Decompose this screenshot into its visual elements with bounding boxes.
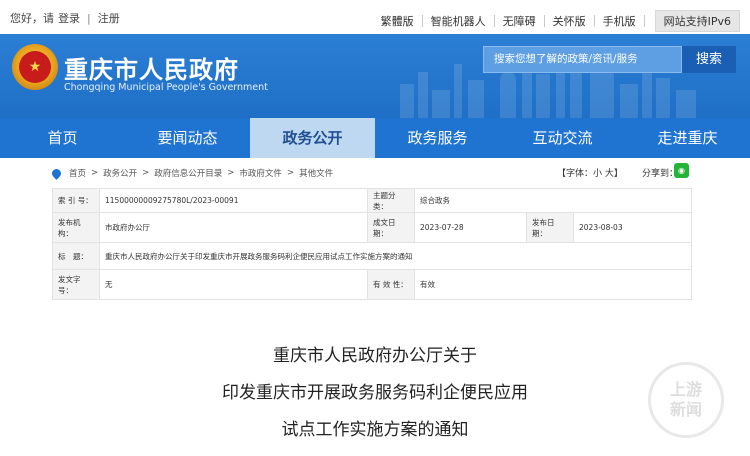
register-link[interactable]: 注册 [98, 10, 120, 26]
nav-item-services[interactable]: 政务服务 [375, 118, 500, 158]
divider [543, 15, 545, 27]
share-label: 分享到： [642, 169, 679, 179]
breadcrumb-other-docs[interactable]: 其他文件 [299, 167, 333, 179]
login-area: 您好，请 登录 | 注册 [10, 10, 120, 26]
date-written-label: 成文日期： [367, 212, 415, 243]
nav-item-gov-affairs[interactable]: 政务公开 [250, 118, 375, 158]
location-pin-icon [50, 166, 63, 180]
site-subtitle: Chongqing Municipal People's Government [64, 82, 268, 93]
emblem-star-icon: ★ [19, 51, 51, 83]
font-size-close: 】 [613, 169, 623, 179]
login-link[interactable]: 登录 [58, 10, 80, 26]
index-label: 索 引 号： [52, 188, 100, 213]
main-nav: 首页 要闻动态 政务公开 政务服务 互动交流 走进重庆 [0, 118, 750, 158]
font-size-small-button[interactable]: 小 [593, 169, 602, 179]
validity-value: 有效 [414, 269, 692, 300]
document-info-table: 索 引 号： 11500000009275780L/2023-00091 主题分… [52, 188, 692, 300]
breadcrumb-bar: 首页 > 政务公开 > 政府信息公开目录 > 市政府文件 > 其他文件 【字体：… [50, 163, 698, 185]
site-header: ★ 重庆市人民政府 Chongqing Municipal People's G… [0, 34, 750, 118]
divider [593, 15, 595, 27]
date-written-value: 2023-07-28 [414, 212, 527, 243]
watermark-line-1: 上游 [669, 380, 702, 399]
login-separator: | [87, 11, 91, 25]
nav-item-about-chongqing[interactable]: 走进重庆 [625, 118, 750, 158]
mobile-link[interactable]: 手机版 [603, 13, 636, 29]
nav-item-news[interactable]: 要闻动态 [125, 118, 250, 158]
doc-no-label: 发文字号： [52, 269, 100, 300]
accessibility-link[interactable]: 无障碍 [503, 13, 536, 29]
breadcrumb-gov-affairs[interactable]: 政务公开 [103, 167, 137, 179]
greeting-text: 您好，请 [10, 12, 54, 25]
divider [493, 15, 495, 27]
font-size-large-button[interactable]: 大 [605, 169, 614, 179]
issuer-label: 发布机构： [52, 212, 100, 243]
upstream-news-watermark: 上游 新闻 [648, 362, 724, 438]
utility-links: 繁體版 智能机器人 无障碍 关怀版 手机版 网站支持IPv6 [381, 10, 740, 32]
nav-item-interaction[interactable]: 互动交流 [500, 118, 625, 158]
search-input[interactable]: 搜索您想了解的政策/资讯/服务 [483, 46, 682, 73]
divider [421, 15, 423, 27]
index-value: 11500000009275780L/2023-00091 [99, 188, 368, 213]
elderly-care-link[interactable]: 关怀版 [553, 13, 586, 29]
search-button[interactable]: 搜索 [682, 46, 736, 73]
date-published-value: 2023-08-03 [573, 212, 692, 243]
document-title: 重庆市人民政府办公厅关于 印发重庆市开展政务服务码利企便民应用 试点工作实施方案… [0, 338, 750, 449]
breadcrumb: 首页 > 政务公开 > 政府信息公开目录 > 市政府文件 > 其他文件 [50, 166, 333, 180]
breadcrumb-city-docs[interactable]: 市政府文件 [239, 167, 282, 179]
breadcrumb-separator: > [91, 168, 99, 178]
category-value: 综合政务 [414, 188, 692, 213]
national-emblem-icon: ★ [12, 44, 58, 90]
breadcrumb-separator: > [286, 168, 295, 178]
document-title-line-2: 印发重庆市开展政务服务码利企便民应用 [222, 383, 528, 403]
robot-link[interactable]: 智能机器人 [431, 13, 486, 29]
watermark-line-2: 新闻 [669, 400, 702, 419]
document-title-line-3: 试点工作实施方案的通知 [281, 420, 469, 440]
breadcrumb-catalog[interactable]: 政府信息公开目录 [154, 167, 222, 179]
nav-item-home[interactable]: 首页 [0, 118, 125, 158]
category-label: 主题分类： [367, 188, 415, 213]
wechat-share-icon[interactable]: ◉ [674, 163, 689, 178]
search-bar: 搜索您想了解的政策/资讯/服务 搜索 [483, 46, 736, 73]
document-title-line-1: 重庆市人民政府办公厅关于 [273, 346, 477, 366]
breadcrumb-separator: > [227, 168, 235, 178]
font-size-control: 【字体：小 大】 [557, 166, 623, 179]
validity-label: 有 效 性： [367, 269, 415, 300]
breadcrumb-separator: > [142, 168, 150, 178]
issuer-value: 市政府办公厅 [99, 212, 368, 243]
date-published-label: 发布日期： [526, 212, 574, 243]
doc-no-value: 无 [99, 269, 368, 300]
traditional-chinese-link[interactable]: 繁體版 [381, 13, 414, 29]
font-size-label: 【字体： [557, 169, 594, 179]
title-label: 标 题： [52, 242, 100, 270]
breadcrumb-home[interactable]: 首页 [69, 167, 86, 179]
site-title: 重庆市人民政府 [64, 56, 239, 84]
divider [643, 15, 645, 27]
title-value: 重庆市人民政府办公厅关于印发重庆市开展政务服务码利企便民应用试点工作实施方案的通… [99, 242, 692, 270]
ipv6-badge: 网站支持IPv6 [654, 10, 740, 32]
top-utility-bar: 您好，请 登录 | 注册 繁體版 智能机器人 无障碍 关怀版 手机版 网站支持I… [0, 0, 750, 34]
